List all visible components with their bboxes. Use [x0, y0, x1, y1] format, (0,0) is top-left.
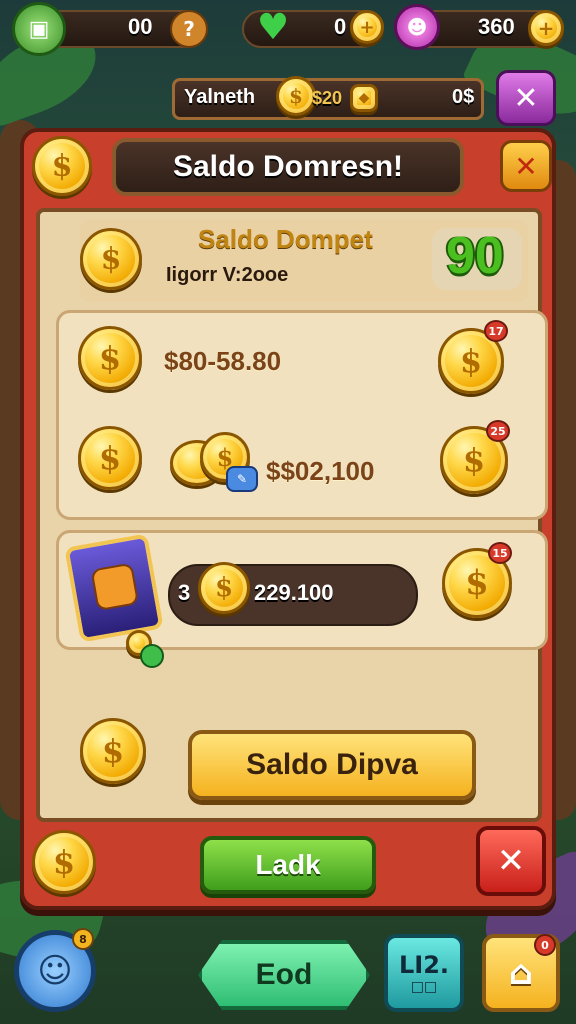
balance-score: 90	[446, 227, 504, 285]
row2-badge: 25	[486, 420, 510, 442]
hearts-add-icon[interactable]: +	[350, 10, 384, 44]
coin-icon: $	[276, 76, 316, 116]
left-currency-value: 00	[128, 14, 153, 39]
row1-coin-icon: $	[78, 326, 142, 390]
panel-close-button[interactable]: ✕	[500, 140, 552, 192]
sub-bar-value: $20	[312, 88, 343, 108]
gem-icon: ☻	[394, 4, 440, 50]
hearts-value: 0	[334, 14, 347, 39]
balance-title: Saldo Dompet	[198, 224, 373, 254]
tools-button[interactable]: ✕	[496, 70, 556, 126]
row2-coin-icon: $	[78, 426, 142, 490]
balance-coin-icon: $	[80, 228, 142, 290]
level-button[interactable]: LI2. □□	[384, 934, 464, 1012]
gems-add-icon[interactable]: +	[528, 10, 564, 46]
panel-title: Saldo Domresn!	[112, 138, 464, 196]
heart-icon: ♥	[256, 6, 290, 48]
cancel-button[interactable]: ✕	[476, 826, 546, 896]
saldo-button[interactable]: Saldo Dipva	[188, 730, 476, 800]
row3-badge: 15	[488, 542, 512, 564]
row3-prefix: 3	[178, 580, 191, 605]
sub-bar-right-value: 0$	[452, 86, 475, 108]
footer-coin-icon: $	[32, 830, 96, 894]
button-coin-icon: $	[80, 718, 146, 784]
level-sub-label: □□	[410, 979, 438, 995]
gems-value: 360	[478, 14, 515, 39]
home-badge: 0	[534, 934, 556, 956]
avatar-icon[interactable]: ▣	[12, 2, 66, 56]
row3-amount: 229.100	[254, 580, 334, 605]
row1-amount: $80-58.80	[164, 346, 282, 376]
fist-icon	[90, 562, 140, 612]
tag-icon: ✎	[226, 466, 258, 492]
confirm-button[interactable]: Ladk	[200, 836, 376, 894]
row1-badge: 17	[484, 320, 508, 342]
gold-gem-icon: ◆	[350, 84, 378, 112]
settings-badge: 8	[72, 928, 94, 950]
balance-subtitle: Iigorr V:2ooe	[166, 264, 289, 286]
nav-button[interactable]: Eod	[198, 940, 370, 1010]
panel-coin-icon: $	[32, 136, 92, 196]
row2-amount: $$02,100	[266, 456, 375, 486]
green-gem-icon	[140, 644, 164, 668]
add-currency-icon[interactable]: ?	[170, 10, 208, 48]
card-icon[interactable]	[64, 533, 164, 643]
level-label: LI2.	[398, 951, 450, 979]
row3-coin-icon: $	[198, 562, 250, 614]
sub-bar-label: Yalneth	[184, 86, 256, 108]
